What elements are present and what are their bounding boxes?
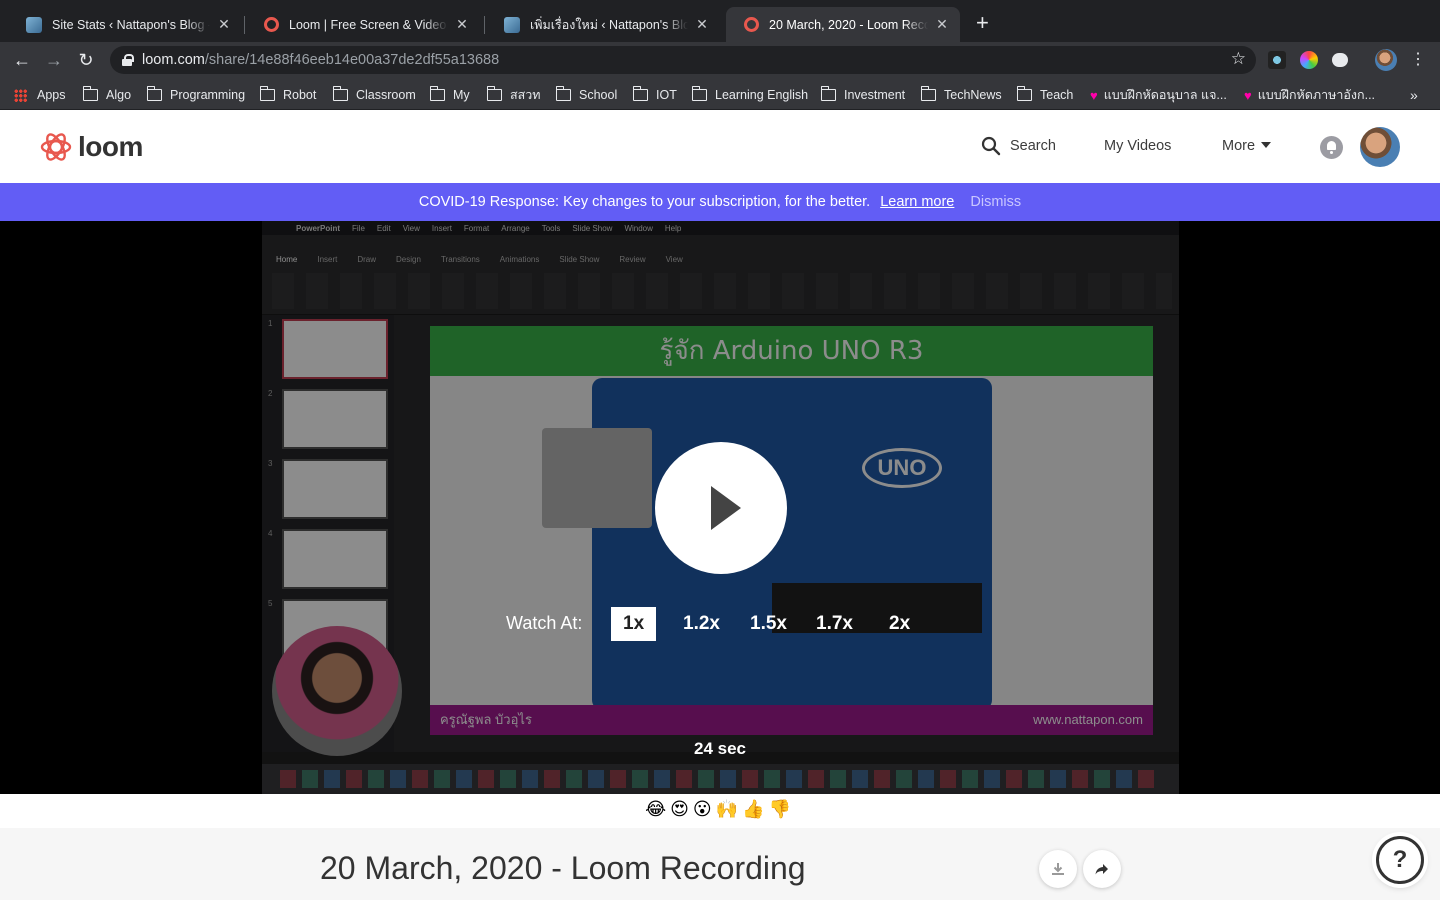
bookmark-folder-programming[interactable]: Programming: [146, 86, 245, 104]
close-icon[interactable]: ✕: [934, 16, 950, 33]
folder-icon: [820, 86, 836, 101]
video-title: 20 March, 2020 - Loom Recording: [320, 850, 806, 886]
folder-icon: [146, 86, 162, 101]
folder-icon: [259, 86, 275, 101]
user-avatar[interactable]: [1360, 127, 1400, 167]
loom-icon: [264, 17, 279, 32]
folder-icon: [632, 86, 648, 101]
bookmark-folder-iot[interactable]: IOT: [632, 86, 677, 104]
bookmark-folder-robot[interactable]: Robot: [259, 86, 316, 104]
new-tab-icon[interactable]: +: [976, 12, 989, 34]
speed-1-7x-button[interactable]: 1.7x: [804, 607, 865, 641]
folder-icon: [429, 86, 445, 101]
loom-header: loom Search My Videos More: [0, 111, 1440, 183]
bookmark-folder-investment[interactable]: Investment: [820, 86, 905, 104]
caret-down-icon: [1261, 142, 1272, 148]
search-link[interactable]: Search: [1010, 138, 1056, 154]
video-player[interactable]: PowerPoint File Edit View Insert Format …: [0, 221, 1440, 794]
bookmark-star-icon[interactable]: ☆: [1231, 49, 1246, 69]
bookmarks-overflow-icon[interactable]: »: [1410, 86, 1418, 104]
heart-icon: ♥: [1244, 87, 1252, 103]
close-icon[interactable]: ✕: [216, 16, 232, 33]
tab-title: 20 March, 2020 - Loom Recording: [769, 17, 928, 32]
speed-1-2x-button[interactable]: 1.2x: [671, 607, 732, 641]
bookmark-english-exercises[interactable]: ♥ แบบฝึกหัดภาษาอังก...: [1244, 86, 1375, 104]
bookmark-folder-algo[interactable]: Algo: [82, 86, 131, 104]
wordpress-icon: [26, 16, 42, 33]
bookmark-folder-teach[interactable]: Teach: [1016, 86, 1073, 104]
folder-icon: [82, 86, 98, 101]
forward-arrow-icon[interactable]: →: [43, 49, 65, 71]
bookmark-folder-learning-english[interactable]: Learning English: [691, 86, 808, 104]
search-icon[interactable]: [981, 136, 1001, 156]
learn-more-link[interactable]: Learn more: [880, 194, 954, 210]
share-button[interactable]: [1083, 850, 1121, 888]
folder-icon: [555, 86, 571, 101]
close-icon[interactable]: ✕: [694, 16, 710, 33]
tab-loom-recording[interactable]: 20 March, 2020 - Loom Recording ✕: [726, 7, 960, 42]
loom-icon: [744, 17, 759, 32]
speed-1-5x-button[interactable]: 1.5x: [738, 607, 799, 641]
logo-text: loom: [78, 131, 143, 162]
back-arrow-icon[interactable]: ←: [11, 49, 33, 71]
folder-icon: [1016, 86, 1032, 101]
browser-toolbar: ← → ↻ loom.com/share/14e88f46eeb14e00a37…: [0, 42, 1440, 78]
watch-at-label: Watch At:: [506, 613, 583, 633]
announcement-banner: COVID-19 Response: Key changes to your s…: [0, 183, 1440, 221]
more-menu[interactable]: More: [1222, 138, 1272, 154]
folder-icon: [486, 86, 502, 101]
color-picker-extension-icon[interactable]: [1300, 51, 1318, 69]
play-button[interactable]: [655, 442, 787, 574]
extension-icon[interactable]: [1268, 51, 1286, 69]
tab-title: Site Stats ‹ Nattapon's Blog — W: [52, 17, 210, 32]
url-text: loom.com/share/14e88f46eeb14e00a37de2df5…: [142, 52, 500, 68]
my-videos-link[interactable]: My Videos: [1104, 138, 1171, 154]
folder-icon: [691, 86, 707, 101]
folder-icon: [920, 86, 936, 101]
bookmark-folder-classroom[interactable]: Classroom: [332, 86, 416, 104]
heart-icon: ♥: [1090, 87, 1098, 103]
speed-2x-button[interactable]: 2x: [877, 607, 922, 641]
video-info: 20 March, 2020 - Loom Recording ?: [0, 828, 1440, 900]
bookmark-folder-technews[interactable]: TechNews: [920, 86, 1002, 104]
close-icon[interactable]: ✕: [454, 16, 470, 33]
tab-loom-home[interactable]: Loom | Free Screen & Video Rec ✕: [246, 7, 480, 42]
video-duration: 24 sec: [694, 739, 746, 758]
reload-icon[interactable]: ↻: [75, 49, 97, 71]
tab-site-stats[interactable]: Site Stats ‹ Nattapon's Blog — W ✕: [8, 7, 242, 42]
loom-logo-icon: [40, 133, 72, 161]
speed-1x-button[interactable]: 1x: [611, 607, 657, 641]
help-button[interactable]: ?: [1376, 836, 1424, 884]
bookmark-kindergarten-exercises[interactable]: ♥ แบบฝึกหัดอนุบาล แจ...: [1090, 86, 1227, 104]
bookmark-folder-my[interactable]: My: [429, 86, 470, 104]
notification-bell-icon[interactable]: [1320, 136, 1343, 159]
loom-logo[interactable]: loom: [40, 131, 143, 163]
tab-title: เพิ่มเรื่องใหม่ ‹ Nattapon's Blog —: [530, 17, 688, 32]
folder-icon: [332, 86, 348, 101]
bookmark-folder-school[interactable]: School: [555, 86, 617, 104]
bookmarks-bar: Apps Algo Programming Robot Classroom My…: [0, 78, 1440, 110]
tab-new-post[interactable]: เพิ่มเรื่องใหม่ ‹ Nattapon's Blog — ✕: [486, 7, 720, 42]
bookmark-folder-ipst[interactable]: สสวท: [486, 86, 541, 104]
wordpress-icon: [504, 16, 520, 33]
bookmark-apps[interactable]: Apps: [14, 86, 66, 104]
banner-message: COVID-19 Response: Key changes to your s…: [418, 194, 871, 210]
profile-avatar[interactable]: [1375, 49, 1397, 71]
dismiss-button[interactable]: Dismiss: [970, 194, 1021, 210]
tab-title: Loom | Free Screen & Video Rec: [289, 17, 448, 32]
share-arrow-icon: [1095, 864, 1108, 875]
apps-grid-icon: [14, 88, 27, 102]
address-bar[interactable]: loom.com/share/14e88f46eeb14e00a37de2df5…: [110, 46, 1256, 74]
emoji-reactions[interactable]: 😂😍😮🙌👍👎: [0, 794, 1440, 828]
chat-extension-icon[interactable]: [1332, 53, 1348, 67]
lock-icon: [122, 54, 134, 66]
download-icon: [1052, 863, 1064, 875]
browser-tab-bar: Site Stats ‹ Nattapon's Blog — W ✕ Loom …: [0, 0, 1440, 42]
menu-kebab-icon[interactable]: ⋮: [1407, 49, 1429, 71]
download-button[interactable]: [1039, 850, 1077, 888]
